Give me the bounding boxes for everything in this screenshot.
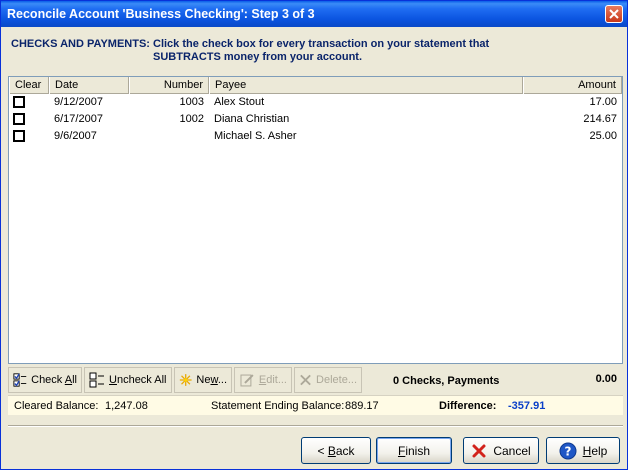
instructions-line-1: CHECKS AND PAYMENTS: Click the check box… <box>11 38 490 50</box>
check-all-label: Check All <box>31 374 77 386</box>
title-bar: Reconcile Account 'Business Checking': S… <box>1 1 627 27</box>
row-payee: Diana Christian <box>214 113 290 125</box>
instructions: CHECKS AND PAYMENTS: Click the check box… <box>11 38 611 64</box>
close-button[interactable] <box>605 5 623 23</box>
difference-value: -357.91 <box>508 399 546 412</box>
table-row[interactable]: 9/12/2007 1003 Alex Stout 17.00 <box>9 94 622 111</box>
column-header-date[interactable]: Date <box>49 77 129 94</box>
cancel-button[interactable]: Cancel <box>463 437 539 464</box>
edit-pencil-icon <box>240 374 254 387</box>
table-row[interactable]: 9/6/2007 Michael S. Asher 25.00 <box>9 128 622 145</box>
separator <box>8 425 623 427</box>
edit-button[interactable]: Edit... <box>234 367 292 393</box>
finish-label: Finish <box>397 443 431 458</box>
table-header: Clear Date Number Payee Amount <box>9 77 622 94</box>
balance-summary: Cleared Balance: 1,247.08 Statement Endi… <box>8 395 623 415</box>
statement-ending-balance-label: Statement Ending Balance: <box>211 399 345 412</box>
new-button[interactable]: New... <box>174 367 232 393</box>
row-amount: 214.67 <box>583 113 617 125</box>
delete-x-icon <box>300 374 311 386</box>
row-number <box>129 128 209 145</box>
reconcile-dialog: Reconcile Account 'Business Checking': S… <box>0 0 628 470</box>
check-all-icon <box>13 373 27 387</box>
clear-checkbox[interactable] <box>13 113 25 125</box>
row-payee: Alex Stout <box>214 96 265 108</box>
column-header-clear[interactable]: Clear <box>9 77 49 94</box>
table-row[interactable]: 6/17/2007 1002 Diana Christian 214.67 <box>9 111 622 128</box>
help-label: Help <box>582 443 608 458</box>
column-header-number[interactable]: Number <box>129 77 209 94</box>
new-sparkle-icon <box>179 374 192 386</box>
row-date: 6/17/2007 <box>54 113 103 125</box>
difference-label: Difference: <box>439 399 497 412</box>
row-payee: Michael S. Asher <box>214 130 297 142</box>
row-amount: 17.00 <box>589 96 617 108</box>
uncheck-all-icon <box>89 372 104 388</box>
row-date: 9/6/2007 <box>54 130 97 142</box>
row-amount: 25.00 <box>589 130 617 142</box>
help-question-icon: ? <box>559 442 577 459</box>
svg-text:?: ? <box>564 444 571 458</box>
close-icon <box>609 9 619 19</box>
cleared-balance-label: Cleared Balance: <box>14 399 99 412</box>
finish-button[interactable]: Finish <box>376 437 452 464</box>
row-date: 9/12/2007 <box>54 96 103 108</box>
column-header-payee[interactable]: Payee <box>209 77 523 94</box>
cleared-items-summary: 0 Checks, Payments <box>393 375 500 387</box>
check-all-button[interactable]: Check All <box>8 367 82 393</box>
clear-checkbox[interactable] <box>13 130 25 142</box>
uncheck-all-label: Uncheck All <box>109 374 167 386</box>
window-title: Reconcile Account 'Business Checking': S… <box>7 7 315 21</box>
new-label: New... <box>196 374 227 386</box>
clear-checkbox[interactable] <box>13 96 25 108</box>
delete-button[interactable]: Delete... <box>294 367 362 393</box>
instructions-line-2: SUBTRACTS money from your account. <box>153 51 363 63</box>
cleared-items-total: 0.00 <box>595 373 617 385</box>
help-button[interactable]: ? Help <box>546 437 620 464</box>
cancel-x-icon <box>472 444 486 457</box>
uncheck-all-button[interactable]: Uncheck All <box>84 367 172 393</box>
column-header-amount[interactable]: Amount <box>523 77 622 94</box>
statement-ending-balance-value: 889.17 <box>345 399 379 412</box>
list-toolbar: Check All Uncheck All New... Edit... Del… <box>8 367 623 394</box>
transactions-table[interactable]: Clear Date Number Payee Amount 9/12/2007… <box>8 76 623 364</box>
edit-label: Edit... <box>258 374 287 386</box>
cancel-label: Cancel <box>493 443 531 458</box>
row-number: 1002 <box>179 113 204 125</box>
delete-label: Delete... <box>316 374 357 386</box>
cleared-balance-value: 1,247.08 <box>105 399 148 412</box>
back-button[interactable]: < Back <box>301 437 371 464</box>
back-label: < Back <box>317 443 355 458</box>
row-number: 1003 <box>179 96 204 108</box>
